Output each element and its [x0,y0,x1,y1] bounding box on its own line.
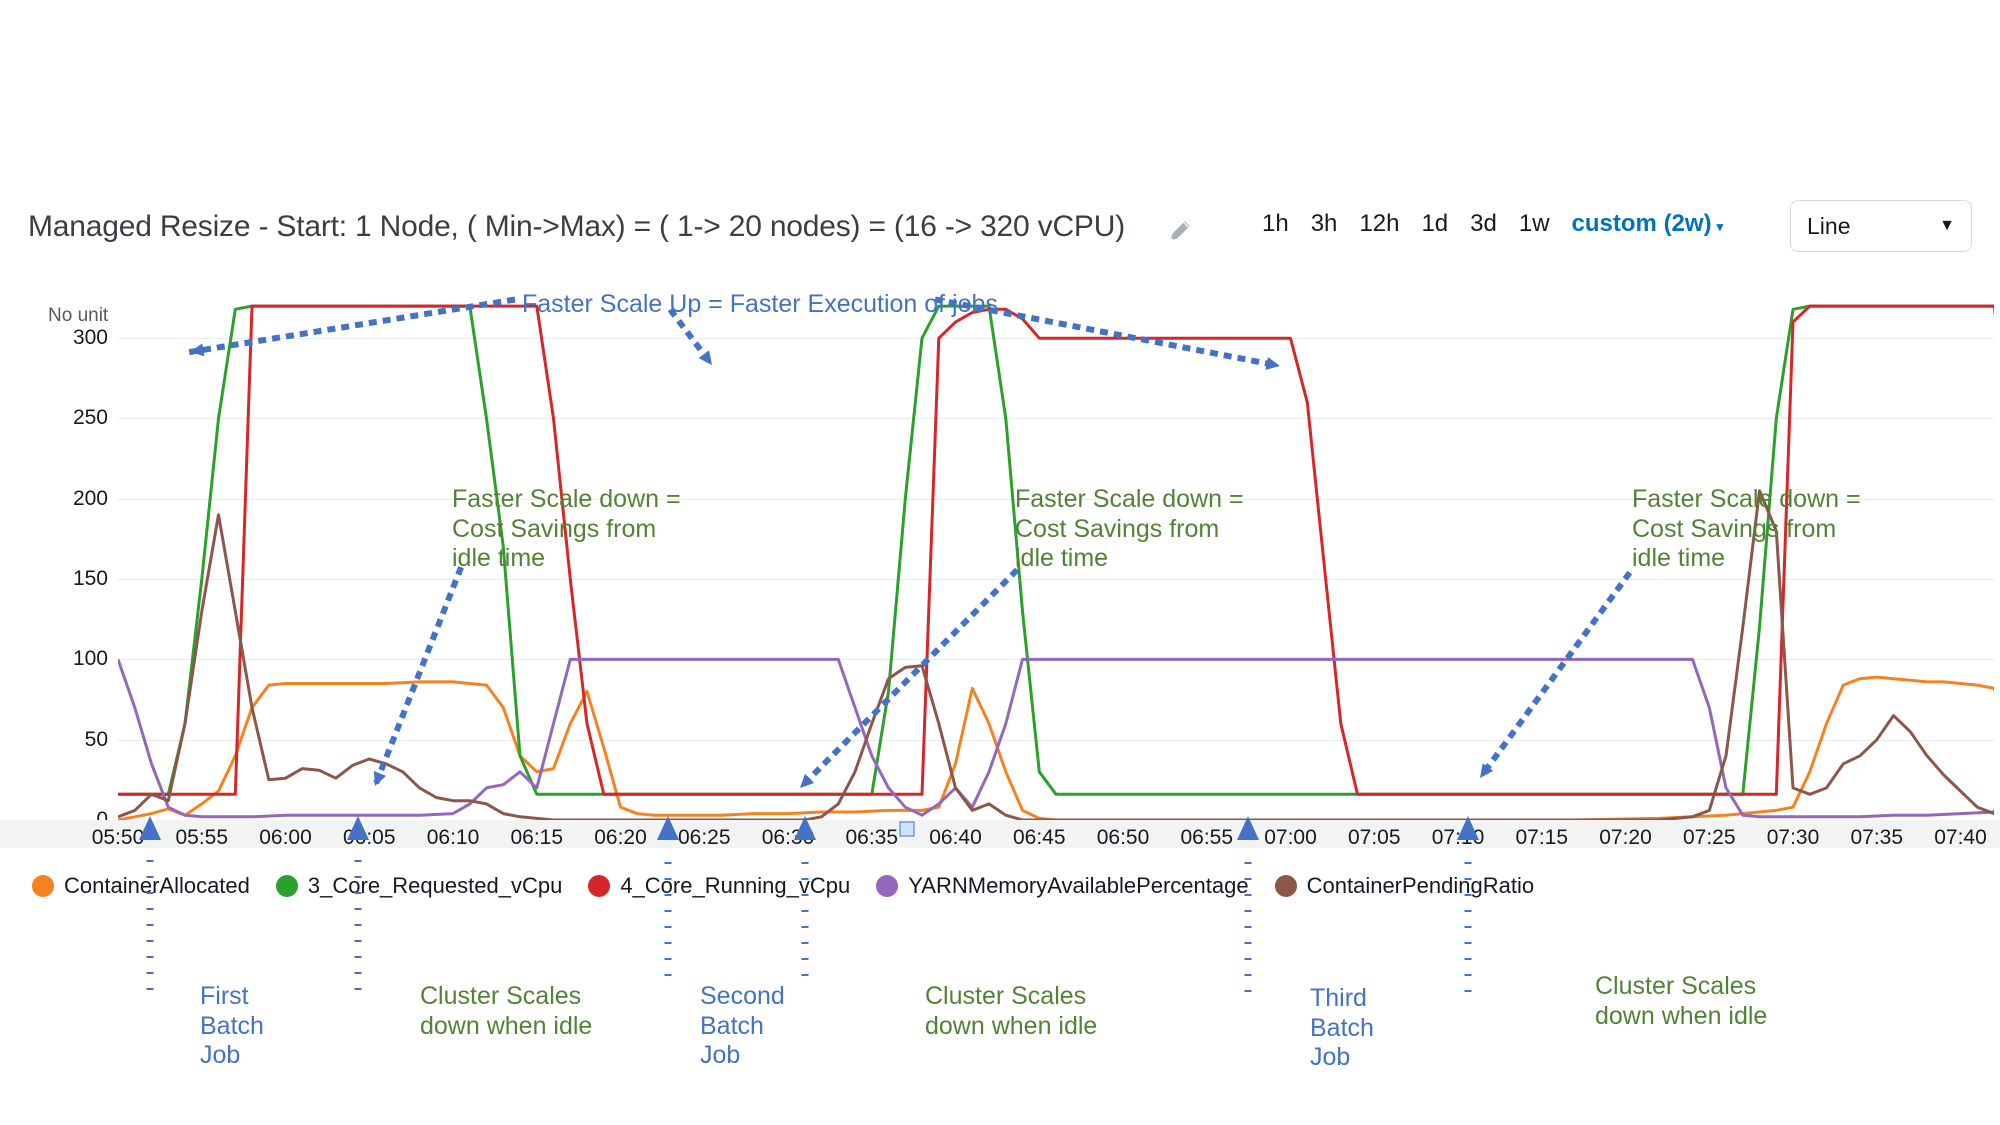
x-axis-tick: 06:20 [594,826,647,849]
legend-item[interactable]: ContainerPendingRatio [1274,873,1535,899]
x-axis-tick: 07:10 [1431,826,1485,849]
x-axis-tick: 06:05 [342,826,396,849]
x-axis-tick: 05:50 [91,826,145,849]
annotation-idle-2: Cluster Scales down when idle [925,982,1098,1040]
legend-label: 3_Core_Requested_vCpu [307,873,563,898]
legend-label: 4_Core_Running_vCpu [620,873,851,898]
annotation-third-batch: Third Batch Job [1310,984,1374,1071]
chevron-down-icon: ▼ [1939,217,1955,234]
y-axis-tick: 100 [72,647,108,671]
annotation-scale-up: Faster Scale Up = Faster Execution of jo… [522,290,998,318]
x-axis-tick: 06:30 [761,826,815,849]
legend-label: ContainerAllocated [64,873,250,898]
annotation-scale-down-1: Faster Scale down = Cost Savings from id… [452,485,681,572]
legend-color-dot [876,875,899,897]
x-axis-tick: 07:25 [1682,826,1736,849]
x-axis-tick: 07:30 [1766,826,1820,849]
legend-color-dot [32,875,54,897]
y-axis-tick: 300 [72,326,108,350]
range-custom-label: custom (2w) [1571,210,1712,237]
x-axis-tick: 06:55 [1180,826,1234,849]
y-axis-tick: 250 [72,406,108,430]
legend-label: ContainerPendingRatio [1306,873,1535,898]
annotation-scale-down-2: Faster Scale down = Cost Savings from id… [1015,485,1244,572]
x-axis-tick: 07:35 [1850,826,1904,849]
y-axis-tick: 200 [72,486,108,510]
chart-type-value: Line [1807,212,1851,239]
legend-item[interactable]: YARNMemoryAvailablePercentage [876,873,1249,899]
legend-item[interactable]: 3_Core_Requested_vCpu [275,873,563,899]
annotation-second-batch: Second Batch Job [700,982,785,1069]
legend-color-dot [588,875,611,897]
x-axis-tick: 07:20 [1599,826,1652,849]
legend-color-dot [1274,875,1297,897]
x-axis-tick: 06:15 [510,826,564,849]
x-axis-tick: 06:50 [1096,826,1150,849]
range-3h[interactable]: 3h [1311,210,1338,238]
x-axis-tick: 06:35 [845,826,899,849]
x-axis-tick: 07:40 [1934,826,1987,849]
range-1w[interactable]: 1w [1519,210,1550,238]
annotation-first-batch: First Batch Job [200,982,264,1069]
chart-legend: ContainerAllocated 3_Core_Requested_vCpu 4… [32,873,1534,899]
x-axis-tick: 07:00 [1264,826,1317,849]
range-1h[interactable]: 1h [1262,210,1289,238]
x-axis-tick: 07:05 [1347,826,1401,849]
x-axis-tick: 06:10 [426,826,480,849]
x-axis-tick: 06:40 [929,826,982,849]
legend-label: YARNMemoryAvailablePercentage [908,873,1249,898]
chevron-down-icon: ▾ [1716,219,1724,234]
x-axis-tick: 06:25 [677,826,731,849]
range-12h[interactable]: 12h [1359,210,1399,238]
x-axis-tick: 07:15 [1515,826,1569,849]
page-title: Managed Resize - Start: 1 Node, ( Min->M… [28,210,1125,243]
annotation-idle-3: Cluster Scales down when idle [1595,972,1768,1030]
y-axis-tick: 150 [72,567,108,591]
widget-header [0,0,2000,70]
annotation-idle-1: Cluster Scales down when idle [420,982,593,1040]
y-axis-labels: 050100150200250300 [38,290,108,831]
chart-type-select[interactable]: Line ▼ [1790,200,1972,252]
range-custom[interactable]: custom (2w) ▾ [1572,210,1724,238]
legend-color-dot [275,875,298,897]
legend-item[interactable]: ContainerAllocated [32,873,250,899]
y-axis-tick: 50 [84,727,108,751]
x-axis-tick: 06:45 [1012,826,1066,849]
legend-item[interactable]: 4_Core_Running_vCpu [588,873,850,899]
x-axis-labels: 05:50 05:55 06:00 06:05 06:10 06:15 06:20 06:25… [92,826,1994,854]
x-axis-tick: 05:55 [175,826,229,849]
pencil-icon[interactable] [1168,218,1194,244]
x-axis-tick: 06:00 [259,826,312,849]
time-range-selector[interactable]: 1h 3h 12h 1d 3d 1w custom (2w) ▾ [1262,210,1723,238]
range-1d[interactable]: 1d [1421,210,1448,238]
annotation-scale-down-3: Faster Scale down = Cost Savings from id… [1632,485,1861,572]
range-3d[interactable]: 3d [1470,210,1497,238]
